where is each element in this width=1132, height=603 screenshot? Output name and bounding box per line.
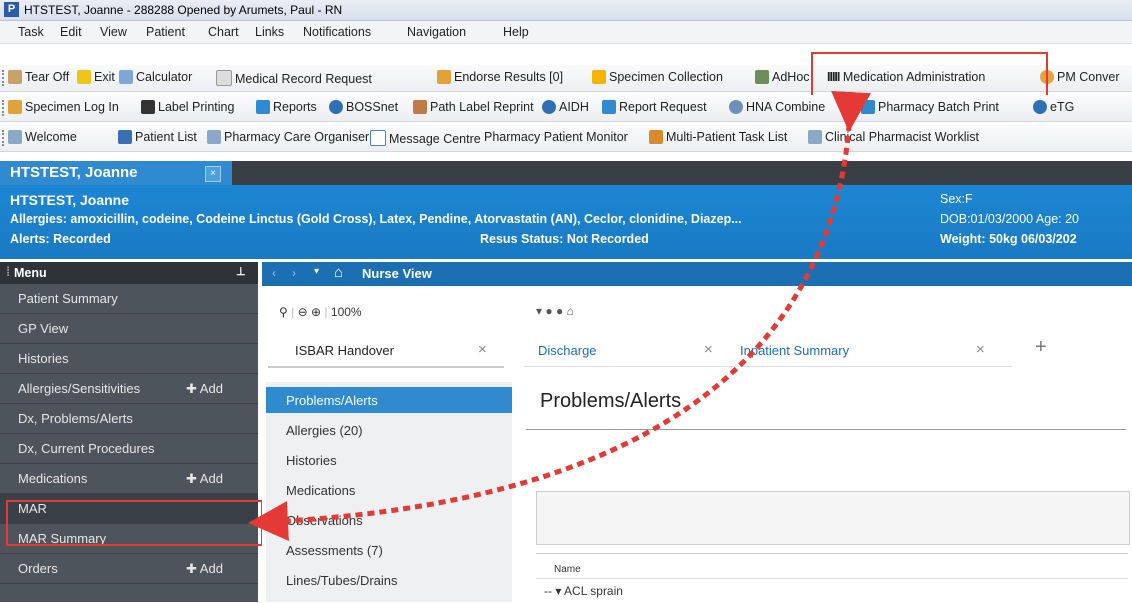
annotation-arrow — [248, 90, 872, 541]
